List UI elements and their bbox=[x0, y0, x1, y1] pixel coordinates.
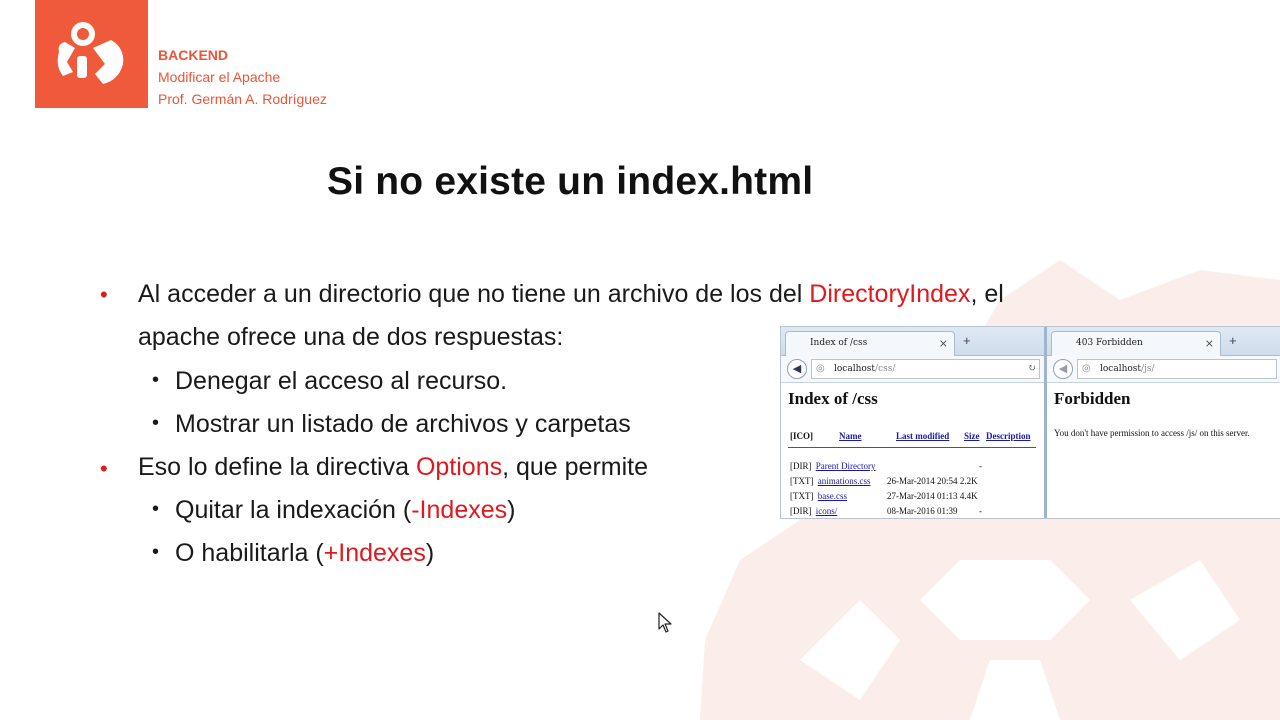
sub-bullet-marker: • bbox=[152, 412, 160, 434]
sub-bullet-enable-indexes: O habilitarla (+Indexes) bbox=[175, 539, 435, 567]
file-modified: 08-Mar-2016 01:39 bbox=[887, 506, 958, 516]
options-highlight: Options bbox=[415, 453, 503, 481]
file-modified: 27-Mar-2014 01:13 4.4K bbox=[887, 491, 978, 501]
close-icon[interactable]: × bbox=[939, 337, 948, 350]
back-arrow-icon[interactable]: ◀ bbox=[787, 359, 807, 379]
column-header-description[interactable]: Description bbox=[986, 431, 1031, 441]
globe-icon: ◎ bbox=[816, 363, 825, 374]
file-link[interactable]: icons/ bbox=[816, 506, 838, 516]
nav-bar: ◀ ◎ localhost/css/ ↻ bbox=[781, 356, 1044, 383]
page-heading: Forbidden bbox=[1054, 389, 1131, 408]
address-bar[interactable]: ◎ localhost/js/ bbox=[1077, 359, 1277, 379]
bullet-1-line-2: apache ofrece una de dos respuestas: bbox=[138, 323, 564, 351]
sub-bullet-marker: • bbox=[152, 369, 160, 391]
page-heading: Index of /css bbox=[788, 389, 878, 408]
tab-bar: Index of /css × + bbox=[781, 327, 1044, 356]
error-message: You don't have permission to access /js/… bbox=[1054, 428, 1250, 438]
nav-bar: ◀ ◎ localhost/js/ bbox=[1047, 356, 1280, 383]
page-content: Index of /css [ICO] Name Last modified S… bbox=[788, 389, 1036, 516]
column-header-modified[interactable]: Last modified bbox=[896, 431, 949, 441]
table-row: [DIR] Parent Directory bbox=[790, 461, 876, 471]
file-size: - bbox=[979, 461, 982, 471]
tab-title: 403 Forbidden bbox=[1076, 338, 1143, 348]
gear-wrench-logo-icon bbox=[57, 22, 124, 84]
bullet-1: Al acceder a un directorio que no tiene … bbox=[138, 280, 1004, 308]
globe-icon: ◎ bbox=[1082, 363, 1091, 374]
directoryindex-highlight: DirectoryIndex bbox=[809, 280, 971, 308]
table-row: [TXT] base.css bbox=[790, 491, 847, 501]
browser-tab[interactable]: 403 Forbidden × bbox=[1051, 331, 1221, 356]
course-subtitle: Modificar el Apache bbox=[158, 69, 281, 85]
address-bar[interactable]: ◎ localhost/css/ ↻ bbox=[811, 359, 1040, 379]
tab-title: Index of /css bbox=[810, 338, 868, 348]
file-size: - bbox=[979, 506, 982, 516]
browser-pane-forbidden: 403 Forbidden × + ◀ ◎ localhost/js/ Forb… bbox=[1047, 327, 1280, 518]
sub-bullet-list: Mostrar un listado de archivos y carpeta… bbox=[175, 410, 631, 438]
mouse-pointer-icon bbox=[658, 612, 672, 633]
column-header-name[interactable]: Name bbox=[839, 431, 862, 441]
tab-bar: 403 Forbidden × + bbox=[1047, 327, 1280, 356]
sub-bullet-remove-indexes: Quitar la indexación (-Indexes) bbox=[175, 496, 516, 524]
file-modified: 26-Mar-2014 20:54 2.2K bbox=[887, 476, 978, 486]
table-row: [DIR] icons/ bbox=[790, 506, 838, 516]
sub-bullet-marker: • bbox=[152, 541, 160, 563]
minus-indexes-highlight: -Indexes bbox=[411, 496, 508, 524]
course-name: BACKEND bbox=[158, 47, 228, 63]
page-content: Forbidden You don't have permission to a… bbox=[1054, 389, 1250, 438]
url-path: /js/ bbox=[1141, 364, 1155, 374]
close-icon[interactable]: × bbox=[1205, 337, 1214, 350]
reload-icon[interactable]: ↻ bbox=[1028, 360, 1036, 378]
professor-name: Prof. Germán A. Rodríguez bbox=[158, 91, 327, 107]
new-tab-icon[interactable]: + bbox=[1229, 333, 1237, 348]
table-row: [TXT] animations.css bbox=[790, 476, 871, 486]
browser-pane-index: Index of /css × + ◀ ◎ localhost/css/ ↻ I… bbox=[781, 327, 1047, 518]
file-link[interactable]: animations.css bbox=[818, 476, 871, 486]
file-link[interactable]: base.css bbox=[818, 491, 847, 501]
plus-indexes-highlight: +Indexes bbox=[323, 539, 426, 567]
sub-bullet-marker: • bbox=[152, 498, 160, 520]
url-path: /css/ bbox=[875, 364, 896, 374]
column-header-size[interactable]: Size bbox=[964, 431, 980, 441]
divider bbox=[788, 447, 1036, 448]
column-header-icon: [ICO] bbox=[790, 431, 813, 441]
bullet-marker: • bbox=[100, 282, 108, 307]
browser-screenshot: Index of /css × + ◀ ◎ localhost/css/ ↻ I… bbox=[780, 326, 1280, 519]
bullet-marker: • bbox=[100, 456, 108, 481]
file-link[interactable]: Parent Directory bbox=[816, 461, 876, 471]
url-host: localhost bbox=[834, 364, 876, 374]
course-header: BACKEND Modificar el Apache Prof. Germán… bbox=[158, 44, 327, 110]
new-tab-icon[interactable]: + bbox=[963, 333, 971, 348]
course-logo bbox=[35, 0, 148, 108]
url-host: localhost bbox=[1100, 364, 1142, 374]
bullet-2: Eso lo define la directiva Options, que … bbox=[138, 453, 649, 481]
sub-bullet-deny: Denegar el acceso al recurso. bbox=[175, 367, 508, 395]
back-arrow-icon[interactable]: ◀ bbox=[1053, 359, 1073, 379]
browser-tab[interactable]: Index of /css × bbox=[785, 331, 955, 356]
slide-title: Si no existe un index.html bbox=[327, 160, 814, 203]
